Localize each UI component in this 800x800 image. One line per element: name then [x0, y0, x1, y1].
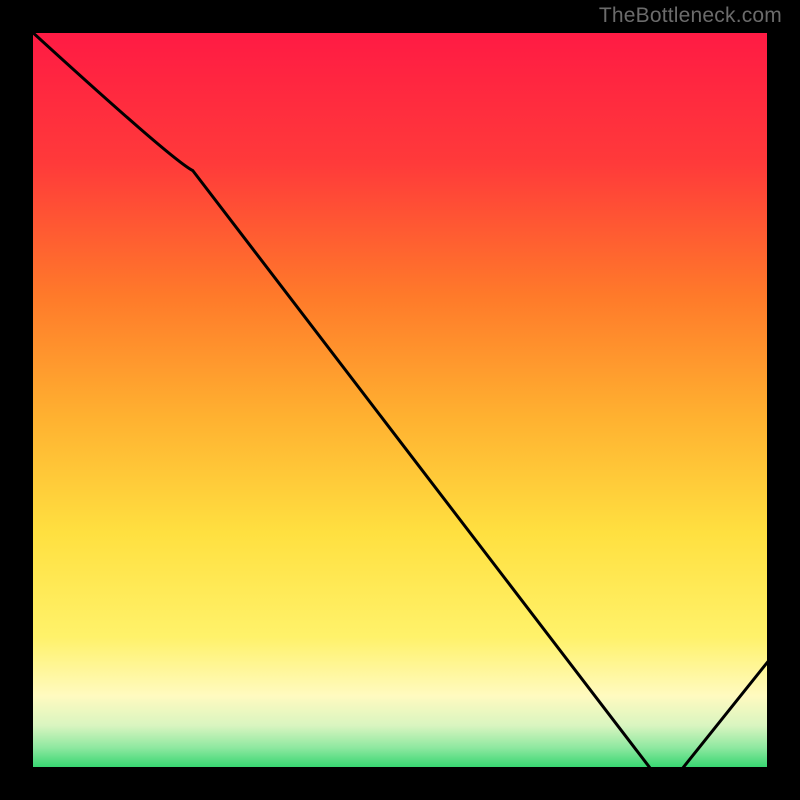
chart-svg [30, 30, 770, 770]
gradient-background [30, 30, 770, 770]
watermark-text: TheBottleneck.com [599, 4, 782, 28]
plot-area [30, 30, 770, 770]
chart-frame: TheBottleneck.com [0, 0, 800, 800]
